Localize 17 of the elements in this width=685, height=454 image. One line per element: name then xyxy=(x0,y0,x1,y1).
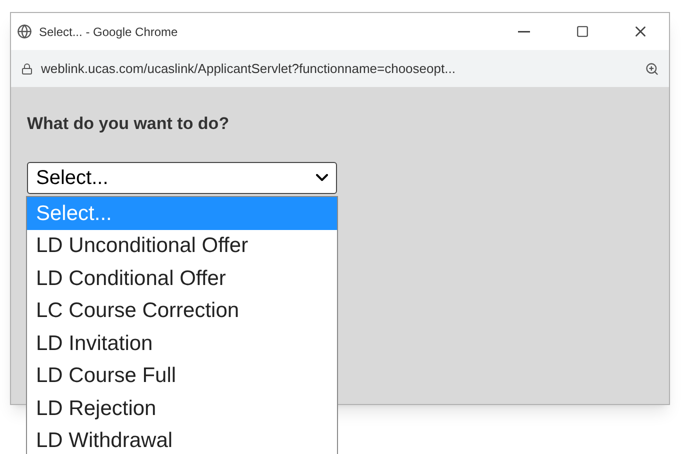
dropdown-option[interactable]: LC Course Correction xyxy=(27,294,337,327)
dropdown-option[interactable]: LD Conditional Offer xyxy=(27,262,337,294)
dropdown-option[interactable]: LD Unconditional Offer xyxy=(27,230,337,262)
dropdown-option[interactable]: LD Invitation xyxy=(27,327,337,360)
lock-icon xyxy=(21,62,33,74)
window-title: Select... - Google Chrome xyxy=(39,24,178,40)
chevron-down-icon xyxy=(316,174,328,181)
zoom-icon[interactable] xyxy=(645,62,659,76)
maximize-icon xyxy=(576,25,588,38)
question-label: What do you want to do? xyxy=(27,113,230,135)
minimize-icon xyxy=(518,30,530,32)
select-dropdown[interactable]: Select... xyxy=(27,162,337,194)
dropdown-option[interactable]: LD Rejection xyxy=(27,392,337,424)
dropdown-option[interactable]: LD Course Full xyxy=(27,360,337,392)
dropdown-option[interactable]: LD Withdrawal xyxy=(27,424,337,454)
url-text[interactable]: weblink.ucas.com/ucaslink/ApplicantServlet?functionname=chooseopt... xyxy=(41,58,456,78)
globe-icon xyxy=(17,24,32,39)
